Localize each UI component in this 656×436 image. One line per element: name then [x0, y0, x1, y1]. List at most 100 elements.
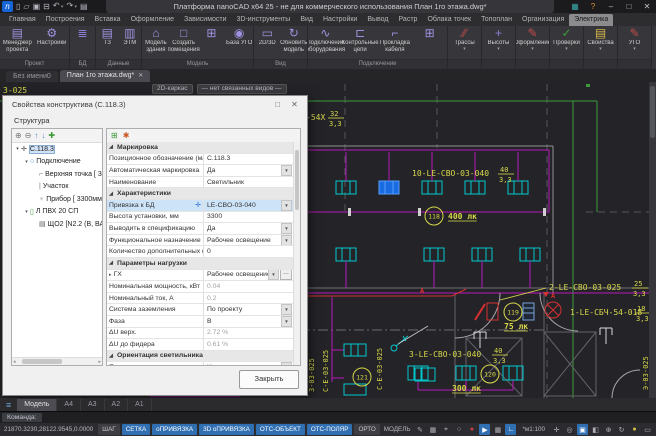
scroll-left-icon[interactable]: ◂ [13, 358, 16, 366]
expand-tree-icon[interactable]: ✚ [48, 130, 55, 142]
dropdown-arrow-icon[interactable]: ▼ [281, 234, 292, 246]
ribbon-tab-Электрика[interactable]: Электрика [569, 14, 614, 26]
layout-tab-A1[interactable]: A1 [128, 398, 152, 411]
model-extra-tools-button[interactable]: ⊞ [198, 26, 226, 59]
property-row[interactable]: ΔU верх. 2.72 % [107, 327, 293, 340]
zoom-window-icon[interactable]: ▣ [577, 424, 588, 435]
ugo-base-button[interactable]: ◉ База УГО [225, 26, 253, 59]
linked-views-button[interactable]: — нет связанных видов — [196, 84, 287, 94]
close-button[interactable]: ✕ [638, 0, 656, 13]
zoom-icon[interactable]: ◎ [564, 424, 575, 435]
open-folder-icon[interactable]: ▱ [23, 0, 29, 13]
canvas-scrollbar[interactable] [649, 82, 656, 398]
property-row[interactable]: Номинальный ток, А 0.2 [107, 292, 293, 305]
building-model-button[interactable]: ⌂ Модель здания [142, 26, 170, 59]
property-value[interactable]: Светильник [203, 176, 293, 188]
layout-tab-Модель[interactable]: Модель [17, 398, 58, 411]
dialog-close-action-button[interactable]: Закрыть [239, 370, 299, 389]
property-row[interactable]: Номинальная мощность, кВт 0.04 [107, 281, 293, 293]
layout-tab-A3[interactable]: A3 [81, 398, 105, 411]
tz-document-button[interactable]: ▤ ТЗ [96, 26, 119, 59]
add-node-icon[interactable]: ⊕ [15, 130, 22, 142]
tree-horizontal-scrollbar[interactable]: ◂ ▸ [12, 357, 102, 365]
ribbon-tab-Вид[interactable]: Вид [295, 14, 318, 26]
redo-icon[interactable]: ↷ ▾ [66, 0, 77, 14]
property-row[interactable]: Фаза B ▼ [107, 315, 293, 328]
property-scrollbar-thumb[interactable] [295, 150, 299, 210]
tree-scrollbar-thumb[interactable] [22, 359, 62, 364]
property-vertical-scrollbar[interactable] [293, 142, 300, 365]
ribbon-tab-Вывод[interactable]: Вывод [362, 14, 393, 26]
property-row[interactable]: Количество дополнительных фазны... 0 [107, 246, 293, 258]
status-toggle-ОРТО[interactable]: ОРТО [354, 424, 380, 435]
control-circuits-button[interactable]: ⊏ Контрольные цепи [342, 26, 379, 59]
layout-menu-icon[interactable]: ≡ [0, 400, 17, 410]
tree-item[interactable]: ▤ЩО2 [N2.2 (В, ВА4 [12, 218, 102, 231]
table-icon[interactable]: ▦ [492, 424, 503, 435]
move-up-icon[interactable]: ↑ [34, 130, 38, 142]
status-toggle-3D оПРИВЯЗКА[interactable]: 3D оПРИВЯЗКА [199, 424, 254, 435]
property-row[interactable]: Наименование Светильник [107, 176, 293, 189]
refresh-model-button[interactable]: ↻ Обновить модель [280, 26, 307, 59]
property-row[interactable]: Функциональное назначение Рабочее освещен… [107, 234, 293, 247]
property-row[interactable]: Показывать направление оптическо...Нет▼ [107, 362, 293, 365]
heights-dropdown-button[interactable]: + Высоты ▾ [482, 26, 515, 59]
ribbon-tab-Топоплан[interactable]: Топоплан [476, 14, 517, 26]
connect-equipment-button[interactable]: ∿ Подключение оборудования [308, 26, 345, 59]
print-icon[interactable]: ▤ [80, 0, 88, 13]
dialog-maximize-button[interactable]: □ [269, 98, 286, 111]
orbit-icon[interactable]: ↻ [616, 424, 627, 435]
dropdown-arrow-icon[interactable]: ▼ [281, 315, 292, 327]
browse-more-button[interactable]: … [280, 269, 292, 281]
tree-expander-icon[interactable]: ▾ [23, 159, 30, 165]
cable-label[interactable]: 3-03-025 [308, 358, 316, 392]
ribbon-tab-Построения[interactable]: Построения [41, 14, 90, 26]
view-2d3d-button[interactable]: ▭ 2D/3D [254, 26, 281, 59]
ribbon-tab-Вставка[interactable]: Вставка [90, 14, 126, 26]
ribbon-tab-Организация[interactable]: Организация [517, 14, 569, 26]
ugo-dropdown-button[interactable]: ✎ УГО ▾ [618, 26, 651, 59]
save-icon[interactable]: ▣ [33, 0, 41, 13]
record-icon[interactable]: ● [466, 424, 477, 435]
property-section[interactable]: ◢ Ориентация светильника [107, 350, 293, 363]
tree-item[interactable]: ▾ ▯ Л ПВХ 20 СП [12, 206, 102, 219]
property-value[interactable]: 3300 [203, 211, 293, 223]
pan-hand-icon[interactable]: ✛ [551, 424, 562, 435]
project-manager-button[interactable]: ▤ Менеджер проекта [0, 26, 35, 59]
property-row[interactable]: Привязка к БД ✛ LE-CBO-03-040 ▼ [107, 199, 293, 212]
ribbon-tab-Оформление[interactable]: Оформление [126, 14, 179, 26]
layout-tab-A4[interactable]: A4 [57, 398, 81, 411]
cable-label[interactable]: С-Е-03-025 [322, 350, 330, 392]
dropdown-arrow-icon[interactable]: ▼ [268, 269, 279, 281]
property-row[interactable]: Система заземления По проекту ▼ [107, 304, 293, 316]
dialog-close-button[interactable]: ✕ [286, 98, 303, 111]
property-value[interactable]: 2.72 % [203, 327, 293, 339]
cable-label[interactable]: 3-025 [3, 86, 27, 95]
move-down-icon[interactable]: ↓ [41, 130, 45, 142]
ucs-icon[interactable]: ∟ [505, 424, 517, 435]
tab-close-icon[interactable]: ✕ [138, 73, 143, 79]
zoom-extents-icon[interactable]: ◧ [590, 424, 601, 435]
property-row[interactable]: ΔU до фидера 0.61 % [107, 339, 293, 351]
cable-label[interactable]: С-Е-03-025 [376, 348, 384, 390]
property-row[interactable]: Высота установки, мм 3300 [107, 211, 293, 224]
sun-icon[interactable]: ● [629, 424, 640, 435]
property-value[interactable]: Да ▼ [203, 165, 293, 176]
status-toggle-ОТС-ОБЪЕКТ[interactable]: ОТС-ОБЪЕКТ [255, 424, 305, 435]
save-all-icon[interactable]: ⊟ [43, 0, 50, 13]
visual-style-button[interactable]: 2D-каркас [152, 84, 193, 94]
cable-routing-button[interactable]: ⌐ Прокладка кабеля [378, 26, 413, 59]
property-value[interactable]: Рабочее освещение ▼ [203, 234, 293, 246]
minimize-button[interactable]: – [602, 0, 620, 13]
tree-item[interactable]: ▾ ✛ C.118.3 [12, 143, 102, 156]
db-link-icon[interactable]: ✛ [195, 201, 201, 209]
properties-dropdown-button[interactable]: ▤ Свойства ▾ [584, 26, 617, 59]
property-row[interactable]: Автоматическая маркировка Да ▼ [107, 165, 293, 177]
sheet-icon[interactable]: ▭ [642, 424, 653, 435]
settings-gear-button[interactable]: ⚙ Настройки [35, 26, 70, 59]
tree-expander-icon[interactable]: ▾ [23, 209, 30, 215]
etm-document-button[interactable]: ▥ ЭТМ [119, 26, 142, 59]
property-value[interactable]: 0.61 % [203, 339, 293, 350]
ribbon-tab-Зависимости[interactable]: Зависимости [179, 14, 231, 26]
favorites-icon[interactable]: ✱ [123, 130, 130, 142]
